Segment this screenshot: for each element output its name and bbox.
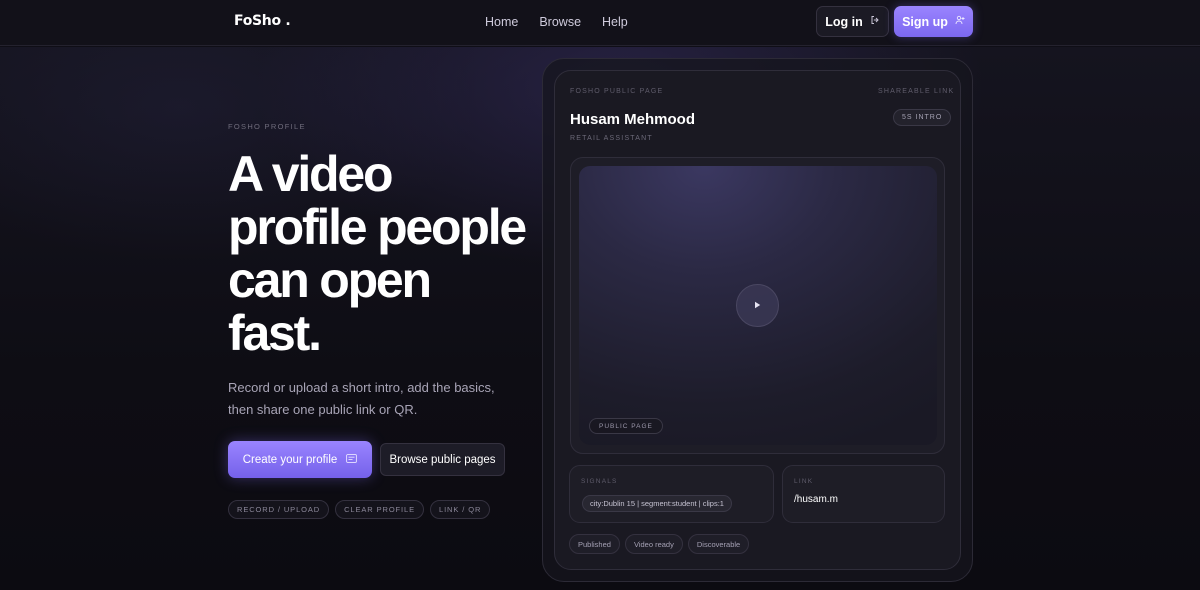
card-page-label: FOSHO PUBLIC PAGE [570,88,664,95]
nav-link-help[interactable]: Help [602,15,628,29]
card-shareable-label: SHAREABLE LINK [878,88,955,95]
intro-length-badge: 5S INTRO [893,109,952,126]
nav-link-home[interactable]: Home [485,15,518,29]
signup-button[interactable]: Sign up [894,6,973,37]
nav-links: Home Browse Help [485,15,628,29]
status-chips: Published Video ready Discoverable [569,534,750,554]
user-plus-icon [955,15,965,28]
create-profile-button[interactable]: Create your profile [228,441,372,478]
login-button-label: Log in [825,14,863,29]
signals-box [569,465,774,523]
login-button[interactable]: Log in [816,6,889,37]
status-video-ready: Video ready [624,534,683,554]
nav-link-browse[interactable]: Browse [539,15,581,29]
browse-public-pages-button[interactable]: Browse public pages [380,443,505,476]
chip-record-upload[interactable]: RECORD / UPLOAD [228,500,330,519]
profile-name: Husam Mehmood [570,111,696,128]
signals-value: city:Dublin 15 | segment:student | clips… [582,495,732,512]
play-icon [754,301,761,311]
play-button[interactable] [736,284,779,327]
status-published: Published [569,534,620,554]
link-label: LINK [794,478,814,485]
chip-link-qr[interactable]: LINK / QR [430,500,491,519]
hero-subtext: Record or upload a short intro, add the … [228,380,495,417]
signup-button-label: Sign up [902,14,948,29]
id-card-icon [346,453,358,466]
public-page-chip: PUBLIC PAGE [589,418,663,434]
profile-role: RETAIL ASSISTANT [570,135,653,142]
feature-chips: RECORD / UPLOAD CLEAR PROFILE LINK / QR [228,500,491,519]
brand-logo[interactable]: FoSho . [234,13,291,29]
status-discoverable: Discoverable [687,534,750,554]
hero-eyebrow: FOSHO PROFILE [228,122,306,131]
chip-clear-profile[interactable]: CLEAR PROFILE [335,500,424,519]
signals-label: SIGNALS [581,478,618,485]
logout-arrow-icon [870,15,880,28]
create-profile-label: Create your profile [242,453,338,466]
profile-link[interactable]: /husam.m [794,494,838,505]
hero-headline: A video profile people can open fast. [228,146,527,361]
top-navigation: FoSho . Home Browse Help Log in Sign up [0,0,1200,46]
